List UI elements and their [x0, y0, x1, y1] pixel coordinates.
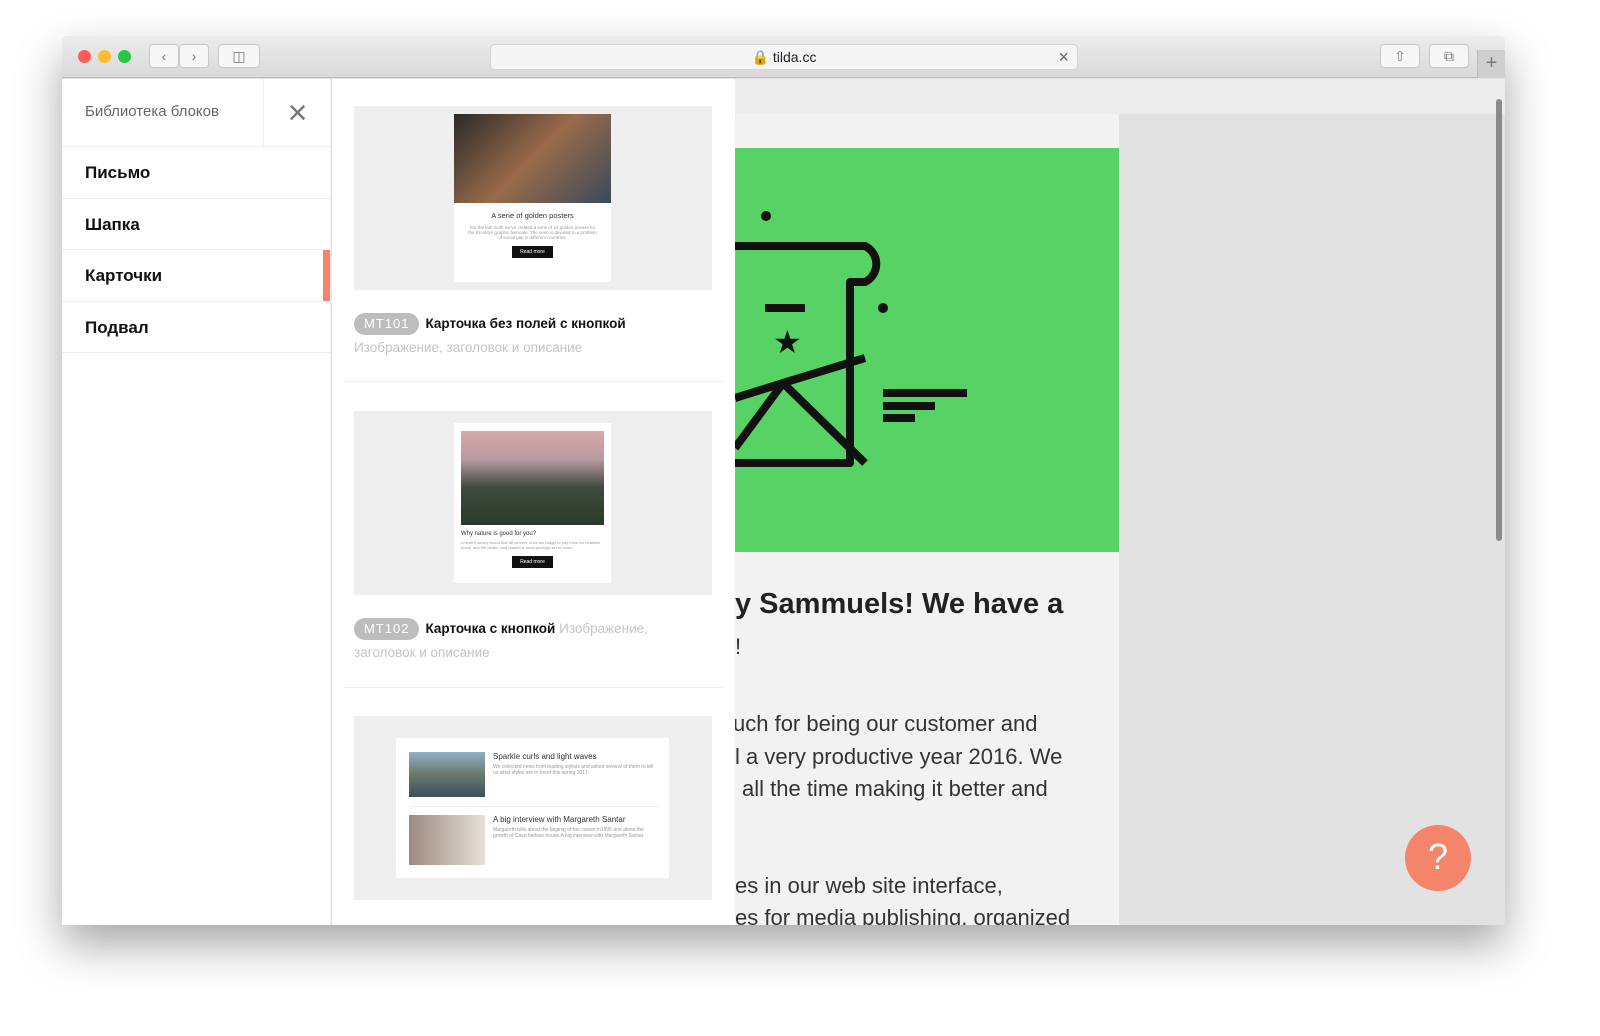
preview-text: For the last moth we've created a serie …: [468, 225, 597, 240]
block-name: Карточка без полей с кнопкой: [425, 316, 626, 331]
email-heading: y Sammuels! We have a: [735, 588, 1064, 620]
block-card-mt103[interactable]: Sparkle curls and light waves We collect…: [343, 716, 724, 900]
preview-button: Read more: [512, 246, 553, 258]
divider: [343, 381, 724, 382]
preview-text: Margareth tells about the beginig of her…: [493, 827, 644, 839]
block-library-sidebar: Библиотека блоков × Письмо Шапка Карточк…: [62, 79, 331, 925]
address-bar[interactable]: 🔒 tilda.cc ×: [490, 44, 1078, 70]
block-preview[interactable]: Sparkle curls and light waves We collect…: [354, 716, 712, 900]
preview-image: [454, 114, 611, 203]
block-card-mt102[interactable]: Why nature is good for you? A recent sur…: [343, 411, 724, 665]
url-text: tilda.cc: [772, 49, 817, 65]
block-description: Изображение, заголовок и описание: [354, 340, 583, 355]
block-name: Карточка с кнопкой: [425, 621, 556, 636]
letter-illustration-icon: ★: [735, 211, 967, 467]
preview-button: Read more: [512, 556, 553, 568]
sidebar-item-header[interactable]: Шапка: [62, 199, 330, 250]
close-icon[interactable]: ×: [263, 79, 331, 147]
preview-image: [409, 815, 485, 865]
block-code-badge: MT101: [354, 313, 420, 335]
preview-text: A recent survey found that 88 percent of…: [461, 540, 601, 550]
preview-title: A big interview with Margareth Santar: [493, 815, 626, 824]
sidebar-toggle-icon[interactable]: ◫: [218, 44, 260, 68]
back-icon[interactable]: ‹: [149, 44, 179, 68]
sidebar-item-cards[interactable]: Карточки: [62, 250, 330, 302]
block-preview[interactable]: Why nature is good for you? A recent sur…: [354, 411, 712, 595]
preview-title: Why nature is good for you?: [461, 531, 537, 537]
svg-text:★: ★: [773, 324, 802, 360]
email-text: es in our web site interface,: [735, 873, 1003, 898]
email-text: es for media publishing, organized: [735, 905, 1071, 925]
email-text: l a very productive year 2016. We: [735, 744, 1063, 769]
block-preview[interactable]: A serie of golden posters For the last m…: [354, 106, 712, 290]
title-bar: ‹ › ◫ 🔒 tilda.cc × ⇧ ⧉ +: [62, 36, 1505, 78]
divider: [343, 687, 724, 688]
email-text: uch for being our customer and: [735, 711, 1038, 736]
email-heading-end: !: [735, 634, 742, 659]
clear-url-icon[interactable]: ×: [1058, 45, 1069, 69]
zoom-window-button[interactable]: [118, 50, 131, 63]
email-text: all the time making it better and: [742, 776, 1048, 801]
lock-icon: 🔒: [751, 49, 769, 65]
sidebar-item-footer[interactable]: Подвал: [62, 302, 330, 353]
block-list: A serie of golden posters For the last m…: [332, 79, 735, 925]
sidebar-title: Библиотека блоков: [85, 103, 219, 120]
forward-icon[interactable]: ›: [179, 44, 209, 68]
block-card-mt101[interactable]: A serie of golden posters For the last m…: [343, 106, 724, 360]
preview-title: Sparkle curls and light waves: [493, 752, 597, 761]
tabs-icon[interactable]: ⧉: [1429, 44, 1469, 68]
editor-canvas: ★ y Sammuels! We have a ! uch for being …: [735, 79, 1505, 925]
block-code-badge: MT102: [354, 618, 420, 640]
sidebar-item-letter[interactable]: Письмо: [62, 147, 330, 199]
scrollbar[interactable]: [1496, 99, 1502, 541]
help-button[interactable]: ?: [1405, 825, 1471, 891]
close-window-button[interactable]: [78, 50, 91, 63]
preview-image: [409, 752, 485, 797]
preview-image: [461, 431, 604, 525]
share-icon[interactable]: ⇧: [1380, 44, 1420, 68]
minimize-window-button[interactable]: [98, 50, 111, 63]
email-preview: ★ y Sammuels! We have a ! uch for being …: [735, 114, 1119, 925]
browser-window: ‹ › ◫ 🔒 tilda.cc × ⇧ ⧉ + Библиотека блоко…: [62, 36, 1505, 925]
hero-image: ★: [735, 148, 1119, 552]
preview-text: We collected news from leading stylists …: [493, 764, 654, 776]
new-tab-button[interactable]: +: [1477, 50, 1505, 78]
preview-title: A serie of golden posters: [491, 211, 574, 220]
